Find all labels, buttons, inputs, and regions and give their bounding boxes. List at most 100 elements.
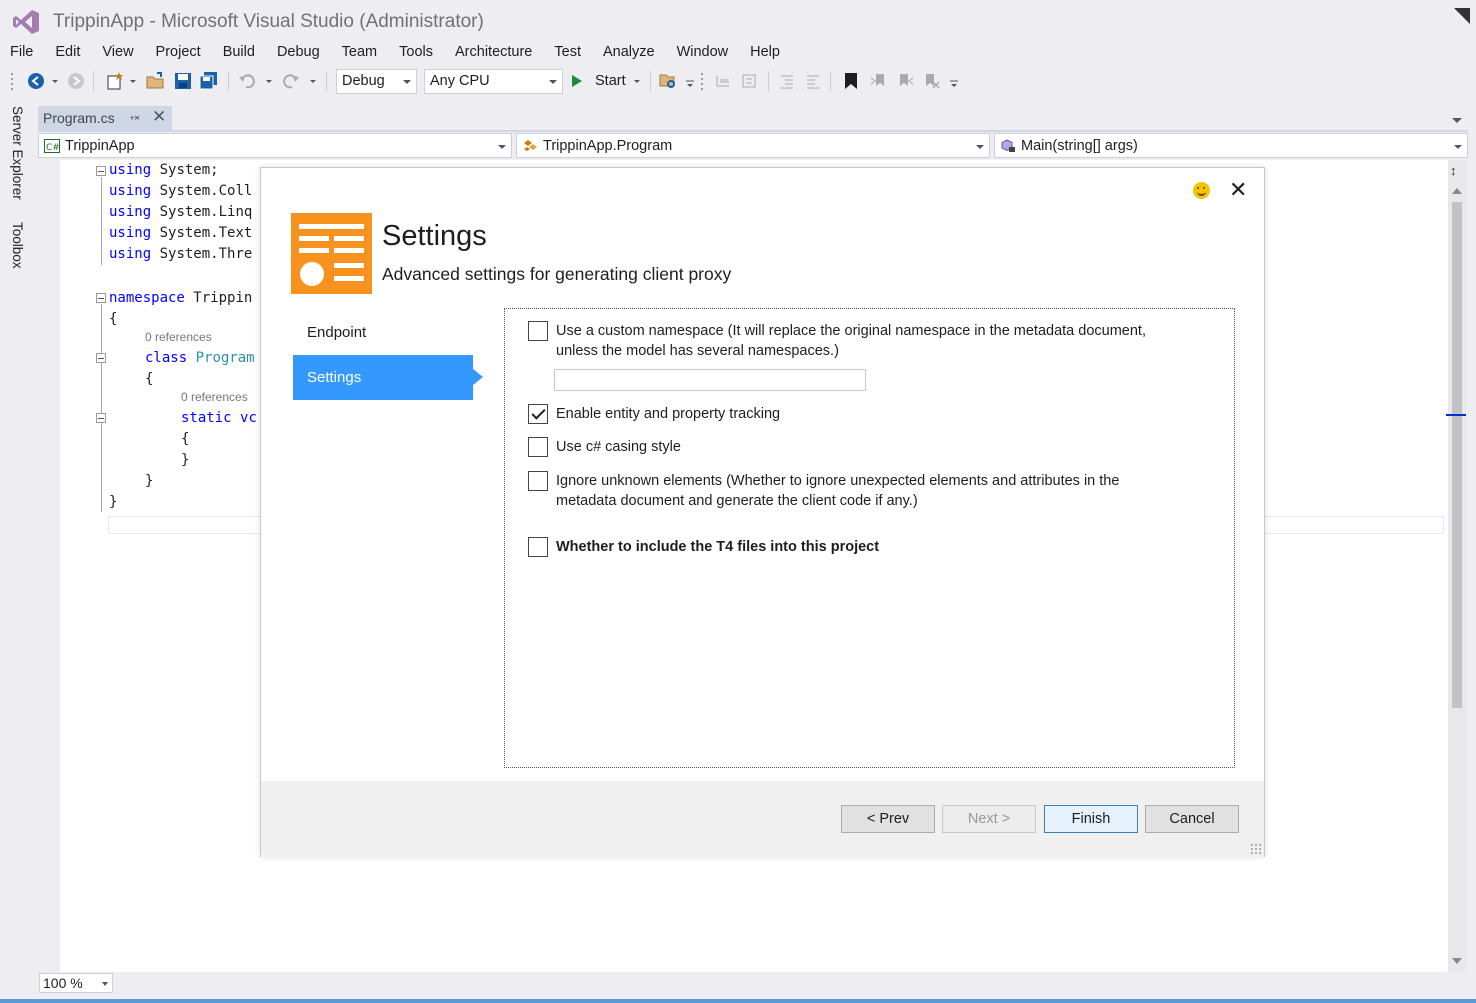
increase-indent-icon[interactable] — [802, 70, 824, 92]
code-line: { — [145, 371, 154, 387]
wizard-nav-endpoint[interactable]: Endpoint — [293, 310, 473, 355]
save-icon[interactable] — [172, 70, 194, 92]
fold-collapse-icon[interactable] — [96, 166, 106, 176]
menu-edit[interactable]: Edit — [45, 41, 92, 63]
cancel-button[interactable]: Cancel — [1145, 805, 1239, 833]
redo-icon[interactable] — [280, 70, 302, 92]
split-window-icon[interactable]: ↕ — [1450, 163, 1457, 178]
project-dropdown[interactable]: C# TrippinApp — [38, 133, 512, 158]
menu-debug[interactable]: Debug — [267, 41, 332, 63]
visual-studio-logo-icon — [13, 10, 39, 34]
tracking-option: Enable entity and property tracking — [528, 404, 1176, 424]
undo-dropdown-icon[interactable] — [264, 70, 274, 92]
toolbar-separator — [830, 71, 831, 91]
clear-bookmarks-icon[interactable] — [920, 70, 942, 92]
t4-files-checkbox[interactable] — [528, 537, 548, 557]
type-dropdown[interactable]: TrippinApp.Program — [516, 133, 990, 158]
decrease-indent-icon[interactable] — [776, 70, 798, 92]
codelens-references[interactable]: 0 references — [145, 330, 212, 344]
resize-grip-icon[interactable] — [1250, 843, 1262, 855]
next-button[interactable]: Next > — [942, 805, 1036, 833]
code-line: class Program — [145, 350, 255, 366]
start-dropdown-icon[interactable] — [633, 79, 640, 83]
settings-panel: Use a custom namespace (It will replace … — [504, 308, 1235, 768]
back-dropdown-icon[interactable] — [50, 70, 60, 92]
new-project-icon[interactable] — [104, 70, 126, 92]
toolbar-overflow-icon[interactable] — [684, 70, 696, 92]
code-line: } — [145, 473, 154, 489]
save-all-icon[interactable] — [198, 70, 220, 92]
menu-view[interactable]: View — [92, 41, 145, 63]
close-icon[interactable]: ✕ — [152, 107, 166, 127]
solution-platform-dropdown[interactable]: Any CPU — [424, 69, 563, 94]
ignore-unknown-label: Ignore unknown elements (Whether to igno… — [556, 473, 1120, 509]
tab-overflow-icon[interactable] — [1452, 118, 1462, 123]
custom-namespace-option: Use a custom namespace (It will replace … — [528, 321, 1176, 361]
menu-build[interactable]: Build — [213, 41, 267, 63]
feedback-smiley-icon[interactable] — [1193, 182, 1210, 199]
navigate-back-icon[interactable] — [26, 70, 46, 92]
open-file-icon[interactable] — [144, 70, 166, 92]
zoom-level-value: 100 % — [43, 975, 83, 991]
t4-files-option: Whether to include the T4 files into thi… — [528, 537, 1176, 557]
menu-analyze[interactable]: Analyze — [593, 41, 667, 63]
toolbar-grip-icon — [700, 70, 706, 92]
zoom-level-dropdown[interactable]: 100 % — [39, 973, 113, 993]
class-icon — [524, 140, 537, 151]
casing-checkbox[interactable] — [528, 437, 548, 457]
editor-bottom-bar: 100 % — [38, 972, 1468, 994]
menu-tools[interactable]: Tools — [389, 41, 445, 63]
menu-team[interactable]: Team — [332, 41, 389, 63]
move-to-previous-icon[interactable] — [712, 70, 734, 92]
chevron-down-icon — [403, 80, 411, 84]
prev-button[interactable]: < Prev — [841, 805, 935, 833]
custom-namespace-input[interactable] — [554, 369, 866, 391]
scroll-down-icon[interactable] — [1452, 958, 1462, 964]
menu-test[interactable]: Test — [544, 41, 593, 63]
start-debugging-button[interactable]: Start — [571, 70, 640, 92]
toolbox-tab[interactable]: Toolbox — [10, 222, 25, 269]
pin-icon[interactable]: ⬾ — [130, 110, 140, 125]
chevron-down-icon — [1454, 145, 1462, 149]
custom-namespace-checkbox[interactable] — [528, 321, 548, 341]
scroll-up-icon[interactable] — [1452, 188, 1462, 194]
finish-button[interactable]: Finish — [1044, 805, 1138, 833]
navigate-forward-icon[interactable] — [66, 70, 86, 92]
title-bar: TrippinApp - Microsoft Visual Studio (Ad… — [0, 0, 1476, 42]
find-in-files-icon[interactable] — [656, 70, 680, 92]
dialog-close-icon[interactable]: ✕ — [1229, 178, 1247, 202]
wizard-nav-settings[interactable]: Settings — [293, 355, 483, 400]
bookmark-icon[interactable] — [840, 70, 862, 92]
menu-architecture[interactable]: Architecture — [445, 41, 544, 63]
code-line: using System.Linq — [109, 204, 253, 220]
redo-dropdown-icon[interactable] — [308, 70, 318, 92]
fold-collapse-icon[interactable] — [96, 293, 106, 303]
menu-file[interactable]: File — [0, 41, 45, 63]
editor-vertical-scrollbar[interactable]: ↕ — [1446, 160, 1466, 972]
document-tab-program-cs[interactable]: Program.cs ⬾ ✕ — [38, 106, 172, 130]
codelens-references[interactable]: 0 references — [181, 390, 248, 404]
scrollbar-thumb[interactable] — [1452, 202, 1462, 708]
solution-configuration-dropdown[interactable]: Debug — [336, 69, 417, 94]
play-icon — [572, 75, 582, 87]
fold-collapse-icon[interactable] — [96, 413, 106, 423]
ignore-unknown-checkbox[interactable] — [528, 471, 548, 491]
undo-icon[interactable] — [236, 70, 258, 92]
fold-guide-line — [101, 304, 102, 512]
member-dropdown[interactable]: Main(string[] args) — [994, 133, 1468, 158]
menu-bar: File Edit View Project Build Debug Team … — [0, 41, 792, 63]
menu-window[interactable]: Window — [667, 41, 741, 63]
next-bookmark-icon[interactable] — [894, 70, 916, 92]
toolbar-overflow-icon[interactable] — [948, 70, 960, 92]
fold-collapse-icon[interactable] — [96, 353, 106, 363]
tracking-checkbox[interactable] — [528, 404, 548, 424]
move-to-next-icon[interactable] — [738, 70, 760, 92]
server-explorer-tab[interactable]: Server Explorer — [10, 106, 25, 200]
tracking-label: Enable entity and property tracking — [556, 406, 781, 422]
chevron-down-icon — [498, 145, 506, 149]
previous-bookmark-icon[interactable] — [868, 70, 890, 92]
new-project-dropdown-icon[interactable] — [128, 70, 138, 92]
menu-help[interactable]: Help — [740, 41, 792, 63]
menu-project[interactable]: Project — [146, 41, 213, 63]
code-line: using System.Coll — [109, 183, 253, 199]
